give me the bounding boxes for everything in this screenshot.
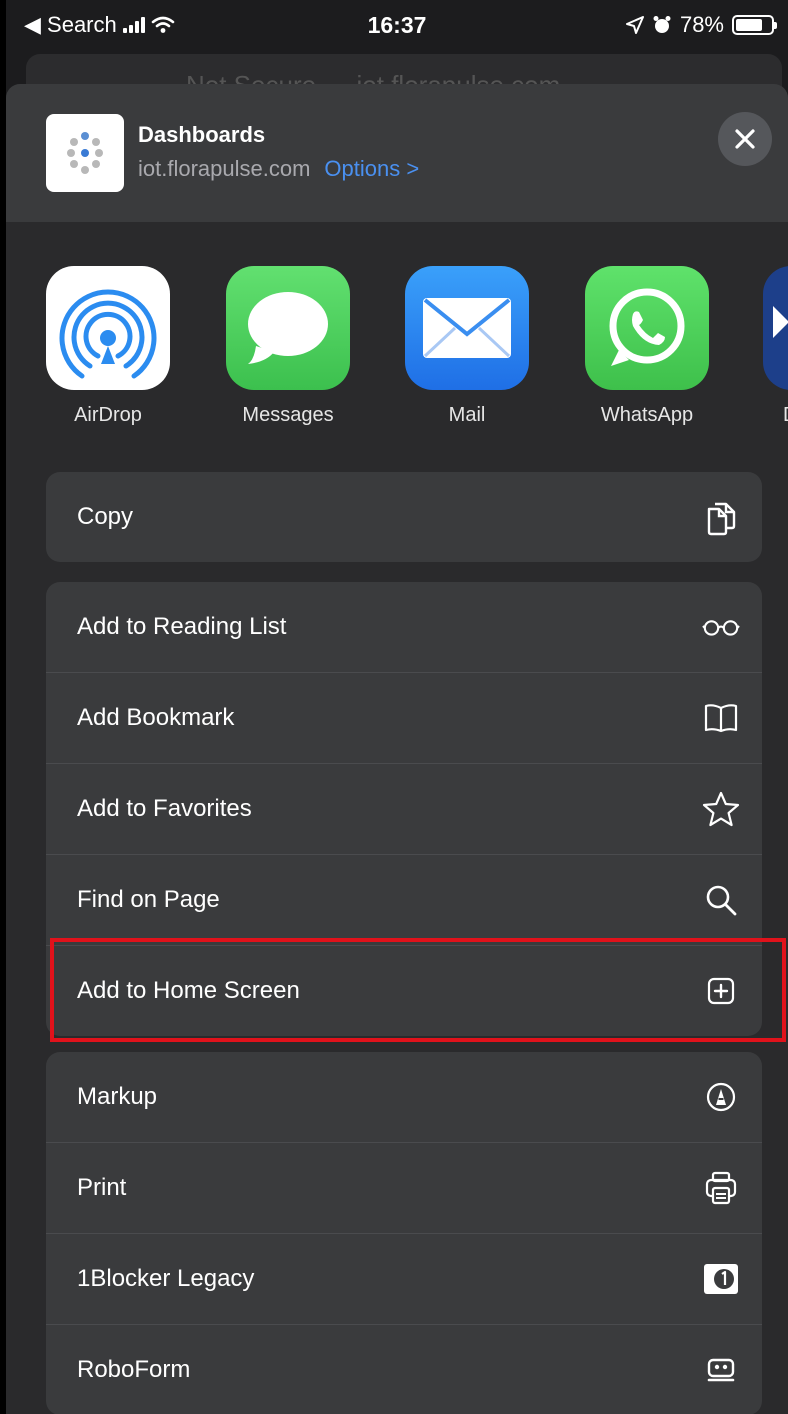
app-airdrop[interactable]: AirDrop xyxy=(46,266,170,427)
screen: ◀ Search 16:37 78% Not Secure — iot.flor… xyxy=(6,0,788,1414)
action-print[interactable]: Print xyxy=(46,1142,762,1233)
app-mail[interactable]: Mail xyxy=(405,266,529,427)
glasses-icon xyxy=(702,608,740,646)
action-roboform[interactable]: RoboForm xyxy=(46,1324,762,1414)
share-subtitle: iot.florapulse.com Options > xyxy=(138,156,419,182)
oneblocker-icon xyxy=(702,1260,740,1298)
action-copy[interactable]: Copy xyxy=(46,472,762,562)
partial-app-icon xyxy=(763,266,788,390)
battery-percent: 78% xyxy=(679,12,724,37)
close-button[interactable] xyxy=(718,112,772,166)
app-label: Mail xyxy=(448,404,486,426)
alarm-icon xyxy=(653,16,671,33)
highlight-box xyxy=(50,938,786,1042)
site-favicon xyxy=(46,114,124,192)
app-row: AirDrop Messages Mail WhatsApp xyxy=(6,266,788,436)
share-sheet: Dashboards iot.florapulse.com Options > xyxy=(6,84,788,1414)
share-domain: iot.florapulse.com xyxy=(138,156,311,181)
action-label: 1Blocker Legacy xyxy=(77,1265,255,1292)
app-messages[interactable]: Messages xyxy=(226,266,350,427)
messages-icon xyxy=(226,266,350,390)
app-partial[interactable]: D xyxy=(763,266,788,427)
action-label: Add to Reading List xyxy=(77,613,287,640)
app-label: WhatsApp xyxy=(600,404,694,426)
airdrop-icon xyxy=(46,266,170,390)
action-label: Find on Page xyxy=(77,886,220,913)
book-icon xyxy=(702,699,740,737)
status-right: 78% xyxy=(625,12,777,38)
action-label: Add to Favorites xyxy=(77,795,252,822)
whatsapp-icon xyxy=(585,266,709,390)
mail-icon xyxy=(405,266,529,390)
action-label: Add Bookmark xyxy=(77,704,235,731)
action-label: RoboForm xyxy=(77,1356,191,1383)
action-label: Print xyxy=(77,1174,127,1201)
printer-icon xyxy=(702,1169,740,1207)
location-icon xyxy=(625,16,644,34)
app-label: AirDrop xyxy=(74,404,142,426)
close-icon xyxy=(735,129,755,149)
share-title: Dashboards xyxy=(138,122,266,147)
copy-icon xyxy=(702,498,740,536)
battery-icon xyxy=(732,15,777,35)
action-add-bookmark[interactable]: Add Bookmark xyxy=(46,672,762,763)
action-find-on-page[interactable]: Find on Page xyxy=(46,854,762,945)
app-label: Messages xyxy=(242,404,334,426)
options-link[interactable]: Options > xyxy=(324,156,419,181)
star-icon xyxy=(702,790,740,828)
action-label: Markup xyxy=(77,1083,158,1110)
action-1blocker-legacy[interactable]: 1Blocker Legacy xyxy=(46,1233,762,1324)
extensions-group: Markup Print 1Blocker Legacy RoboForm xyxy=(46,1052,762,1414)
copy-group: Copy xyxy=(46,472,762,562)
app-label: D xyxy=(763,404,788,427)
action-add-to-reading-list[interactable]: Add to Reading List xyxy=(46,582,762,672)
action-markup[interactable]: Markup xyxy=(46,1052,762,1142)
action-label: Copy xyxy=(77,503,134,530)
roboform-icon xyxy=(702,1351,740,1389)
action-add-to-favorites[interactable]: Add to Favorites xyxy=(46,763,762,854)
status-bar: ◀ Search 16:37 78% xyxy=(6,0,788,56)
markup-icon xyxy=(702,1078,740,1116)
share-header: Dashboards iot.florapulse.com Options > xyxy=(6,84,788,222)
app-whatsapp[interactable]: WhatsApp xyxy=(585,266,709,427)
search-icon xyxy=(702,881,740,919)
